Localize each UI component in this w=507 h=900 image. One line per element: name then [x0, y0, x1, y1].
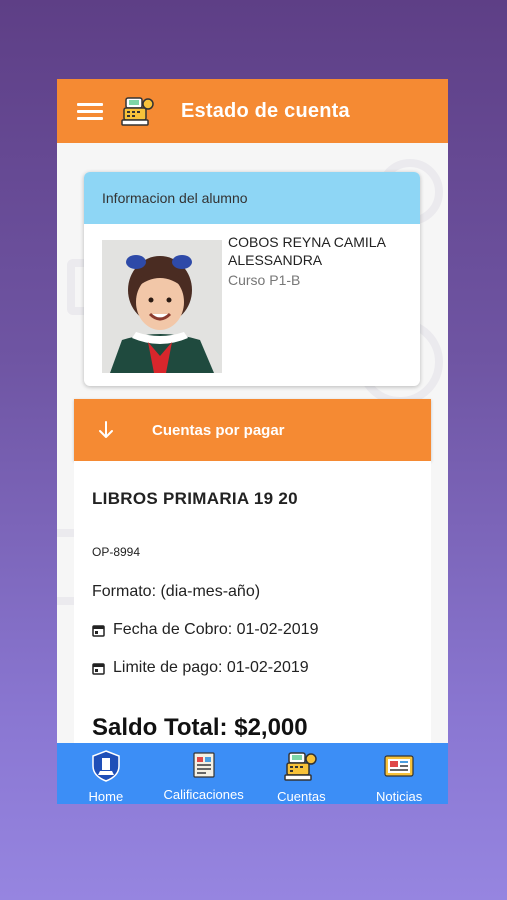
- arrow-down-icon: [96, 420, 116, 440]
- student-info-card: Informacion del alumno COBOS REYNA CAMIL…: [84, 172, 420, 386]
- accounts-payable-label: Cuentas por pagar: [152, 421, 285, 439]
- student-name: COBOS REYNA CAMILA ALESSANDRA: [228, 234, 386, 268]
- app-screen: Estado de cuenta Informacion del alumno: [57, 79, 448, 804]
- report-card-icon: [187, 749, 221, 783]
- bill-detail: LIBROS PRIMARIA 19 20 OP-8994 Formato: (…: [74, 461, 431, 743]
- bottom-navigation: Home Calificaciones Cuentas Noticias: [57, 743, 448, 804]
- charge-date-row: Fecha de Cobro: 01-02-2019: [92, 621, 318, 639]
- due-date: Limite de pago: 01-02-2019: [113, 659, 309, 676]
- cash-register-icon: [284, 749, 318, 783]
- due-date-row: Limite de pago: 01-02-2019: [92, 659, 309, 677]
- student-course: Curso P1-B: [228, 272, 301, 288]
- bill-reference: OP-8994: [92, 545, 141, 559]
- total-balance: Saldo Total: $2,000: [92, 714, 308, 741]
- nav-label-home: Home: [88, 789, 124, 804]
- cash-register-icon: [121, 94, 155, 128]
- student-photo: [102, 240, 222, 373]
- nav-item-home[interactable]: Home: [57, 743, 155, 804]
- nav-item-news[interactable]: Noticias: [350, 743, 448, 804]
- calendar-icon: [92, 624, 105, 637]
- hamburger-menu-icon[interactable]: [77, 99, 103, 124]
- school-shield-icon: [89, 749, 123, 783]
- newspaper-icon: [382, 749, 416, 783]
- nav-label-news: Noticias: [376, 789, 423, 804]
- nav-item-accounts[interactable]: Cuentas: [253, 743, 351, 804]
- bill-concept: LIBROS PRIMARIA 19 20: [92, 489, 298, 508]
- accounts-payable-toggle[interactable]: Cuentas por pagar: [74, 399, 431, 461]
- page-title: Estado de cuenta: [181, 99, 350, 122]
- app-bar: Estado de cuenta: [57, 79, 448, 143]
- student-card-heading: Informacion del alumno: [84, 172, 420, 224]
- calendar-icon: [92, 662, 105, 675]
- nav-item-grades[interactable]: Calificaciones: [155, 743, 253, 804]
- nav-label-accounts: Cuentas: [277, 789, 326, 804]
- date-format-note: Formato: (dia-mes-año): [92, 583, 261, 600]
- nav-label-grades: Calificaciones: [163, 787, 244, 802]
- charge-date: Fecha de Cobro: 01-02-2019: [113, 621, 319, 638]
